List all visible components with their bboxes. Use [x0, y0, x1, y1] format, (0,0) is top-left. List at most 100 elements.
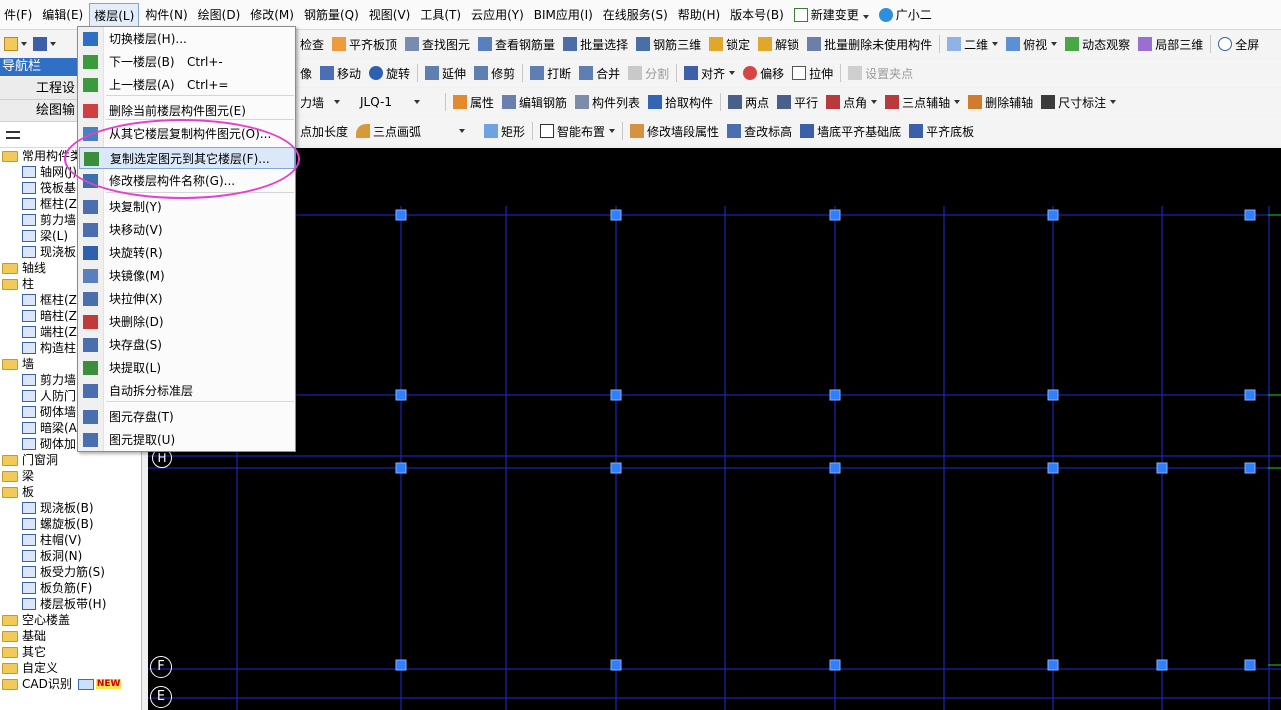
- split-button[interactable]: 分割: [624, 62, 673, 84]
- delete-aux-axis-button[interactable]: 删除辅轴: [964, 91, 1037, 113]
- column-marker[interactable]: [1244, 462, 1256, 474]
- open-folder-icon[interactable]: [4, 37, 18, 51]
- tree-item[interactable]: 板洞(N): [0, 548, 141, 564]
- tree-folder[interactable]: 梁: [0, 468, 141, 484]
- local-3d-button[interactable]: 局部三维: [1134, 33, 1207, 55]
- align-slab-top-button[interactable]: 平齐板顶: [328, 33, 401, 55]
- menu-view[interactable]: 视图(V): [365, 3, 415, 27]
- column-marker[interactable]: [1156, 659, 1168, 671]
- tree-item[interactable]: 板受力筋(S): [0, 564, 141, 580]
- dynamic-orbit-button[interactable]: 动态观察: [1061, 33, 1134, 55]
- column-marker[interactable]: [829, 209, 841, 221]
- properties-button[interactable]: 属性: [449, 91, 498, 113]
- edit-rebar-button[interactable]: 编辑钢筋: [498, 91, 571, 113]
- view-rebar-quantity-button[interactable]: 查看钢筋量: [474, 33, 559, 55]
- menu-version[interactable]: 版本号(B): [726, 3, 788, 27]
- menu-edit[interactable]: 编辑(E): [38, 3, 87, 27]
- component-type-select[interactable]: 力墙: [296, 91, 356, 113]
- rebar-3d-button[interactable]: 钢筋三维: [632, 33, 705, 55]
- menu-item-block-delete[interactable]: 块删除(D): [79, 311, 295, 333]
- menu-item-block-save[interactable]: 块存盘(S): [79, 334, 295, 356]
- tree-item[interactable]: 板负筋(F): [0, 580, 141, 596]
- tree-folder[interactable]: 板: [0, 484, 141, 500]
- mirror-button[interactable]: 像: [296, 62, 316, 84]
- column-marker[interactable]: [1047, 209, 1059, 221]
- menu-cloud[interactable]: 云应用(Y): [467, 3, 528, 27]
- batch-delete-unused-button[interactable]: 批量删除未使用构件: [803, 33, 936, 55]
- column-marker[interactable]: [395, 659, 407, 671]
- tree-folder[interactable]: 空心楼盖: [0, 612, 141, 628]
- lock-button[interactable]: 锁定: [705, 33, 754, 55]
- column-marker[interactable]: [395, 462, 407, 474]
- align-bottom-slab-button[interactable]: 平齐底板: [905, 120, 978, 142]
- column-marker[interactable]: [1244, 389, 1256, 401]
- rotate-button[interactable]: 旋转: [365, 62, 414, 84]
- column-marker[interactable]: [1244, 659, 1256, 671]
- tree-item[interactable]: 现浇板(B): [0, 500, 141, 516]
- menu-item-element-extract[interactable]: 图元提取(U): [79, 429, 295, 451]
- menu-item-copy-from-other-floor[interactable]: 从其它楼层复制构件图元(O)...: [79, 123, 295, 145]
- pick-component-button[interactable]: 拾取构件: [644, 91, 717, 113]
- column-marker[interactable]: [829, 462, 841, 474]
- column-marker[interactable]: [610, 462, 622, 474]
- batch-select-button[interactable]: 批量选择: [559, 33, 632, 55]
- wall-bottom-align-button[interactable]: 墙底平齐基础底: [796, 120, 905, 142]
- menu-item-block-mirror[interactable]: 块镜像(M): [79, 265, 295, 287]
- set-grip-button[interactable]: 设置夹点: [844, 62, 917, 84]
- menu-item-switch-floor[interactable]: 切换楼层(H)...: [79, 28, 295, 50]
- extend-button[interactable]: 延伸: [421, 62, 470, 84]
- chevron-down-icon[interactable]: [50, 42, 56, 46]
- menu-modify[interactable]: 修改(M): [246, 3, 298, 27]
- column-marker[interactable]: [395, 389, 407, 401]
- save-icon[interactable]: [33, 37, 47, 51]
- column-marker[interactable]: [1156, 462, 1168, 474]
- menu-item-block-move[interactable]: 块移动(V): [79, 219, 295, 241]
- menu-rebar-quantity[interactable]: 钢筋量(Q): [300, 3, 363, 27]
- column-marker[interactable]: [1047, 389, 1059, 401]
- align-dropdown[interactable]: 对齐: [680, 62, 739, 84]
- tree-folder[interactable]: 其它: [0, 644, 141, 660]
- nav-tab-drawing-input[interactable]: 绘图输: [0, 100, 78, 122]
- menu-draw[interactable]: 绘图(D): [194, 3, 245, 27]
- smart-layout-dropdown[interactable]: 智能布置: [536, 120, 619, 142]
- column-marker[interactable]: [610, 209, 622, 221]
- merge-button[interactable]: 合并: [575, 62, 624, 84]
- tree-item[interactable]: 楼层板带(H): [0, 596, 141, 612]
- tree-folder[interactable]: 基础: [0, 628, 141, 644]
- component-name-select[interactable]: JLQ-1: [356, 91, 442, 113]
- menu-item-auto-split-standard-floor[interactable]: 自动拆分标准层: [79, 380, 295, 402]
- fullscreen-button[interactable]: 全屏: [1214, 33, 1263, 55]
- point-angle-dropdown[interactable]: 点角: [822, 91, 881, 113]
- column-marker[interactable]: [829, 389, 841, 401]
- tree-folder[interactable]: 门窗洞: [0, 452, 141, 468]
- menu-component[interactable]: 构件(N): [141, 3, 191, 27]
- break-button[interactable]: 打断: [526, 62, 575, 84]
- dimension-dropdown[interactable]: 尺寸标注: [1037, 91, 1120, 113]
- move-button[interactable]: 移动: [316, 62, 365, 84]
- menu-item-rename-floor-components[interactable]: 修改楼层构件名称(G)...: [79, 170, 295, 192]
- column-marker[interactable]: [1047, 462, 1059, 474]
- three-point-arc-dropdown[interactable]: 三点画弧: [352, 120, 480, 142]
- unlock-button[interactable]: 解锁: [754, 33, 803, 55]
- stretch-button[interactable]: 拉伸: [788, 62, 837, 84]
- column-marker[interactable]: [1244, 209, 1256, 221]
- two-point-button[interactable]: 两点: [724, 91, 773, 113]
- menu-item-block-stretch[interactable]: 块拉伸(X): [79, 288, 295, 310]
- menu-item-block-extract[interactable]: 块提取(L): [79, 357, 295, 379]
- menu-item-block-copy[interactable]: 块复制(Y): [79, 196, 295, 218]
- check-button[interactable]: 检查: [296, 33, 328, 55]
- menu-online-service[interactable]: 在线服务(S): [599, 3, 672, 27]
- menu-bim[interactable]: BIM应用(I): [530, 3, 597, 27]
- drawing-canvas[interactable]: H F E: [148, 148, 1281, 710]
- tree-item[interactable]: 螺旋板(B): [0, 516, 141, 532]
- menu-help[interactable]: 帮助(H): [674, 3, 724, 27]
- column-marker[interactable]: [610, 389, 622, 401]
- new-change-button[interactable]: 新建变更: [790, 3, 873, 27]
- tree-folder[interactable]: CAD识别 NEW: [0, 676, 141, 692]
- check-elevation-button[interactable]: 查改标高: [723, 120, 796, 142]
- menu-item-block-rotate[interactable]: 块旋转(R): [79, 242, 295, 264]
- three-point-aux-axis-dropdown[interactable]: 三点辅轴: [881, 91, 964, 113]
- menu-file[interactable]: 件(F): [0, 3, 36, 27]
- column-marker[interactable]: [395, 209, 407, 221]
- parallel-button[interactable]: 平行: [773, 91, 822, 113]
